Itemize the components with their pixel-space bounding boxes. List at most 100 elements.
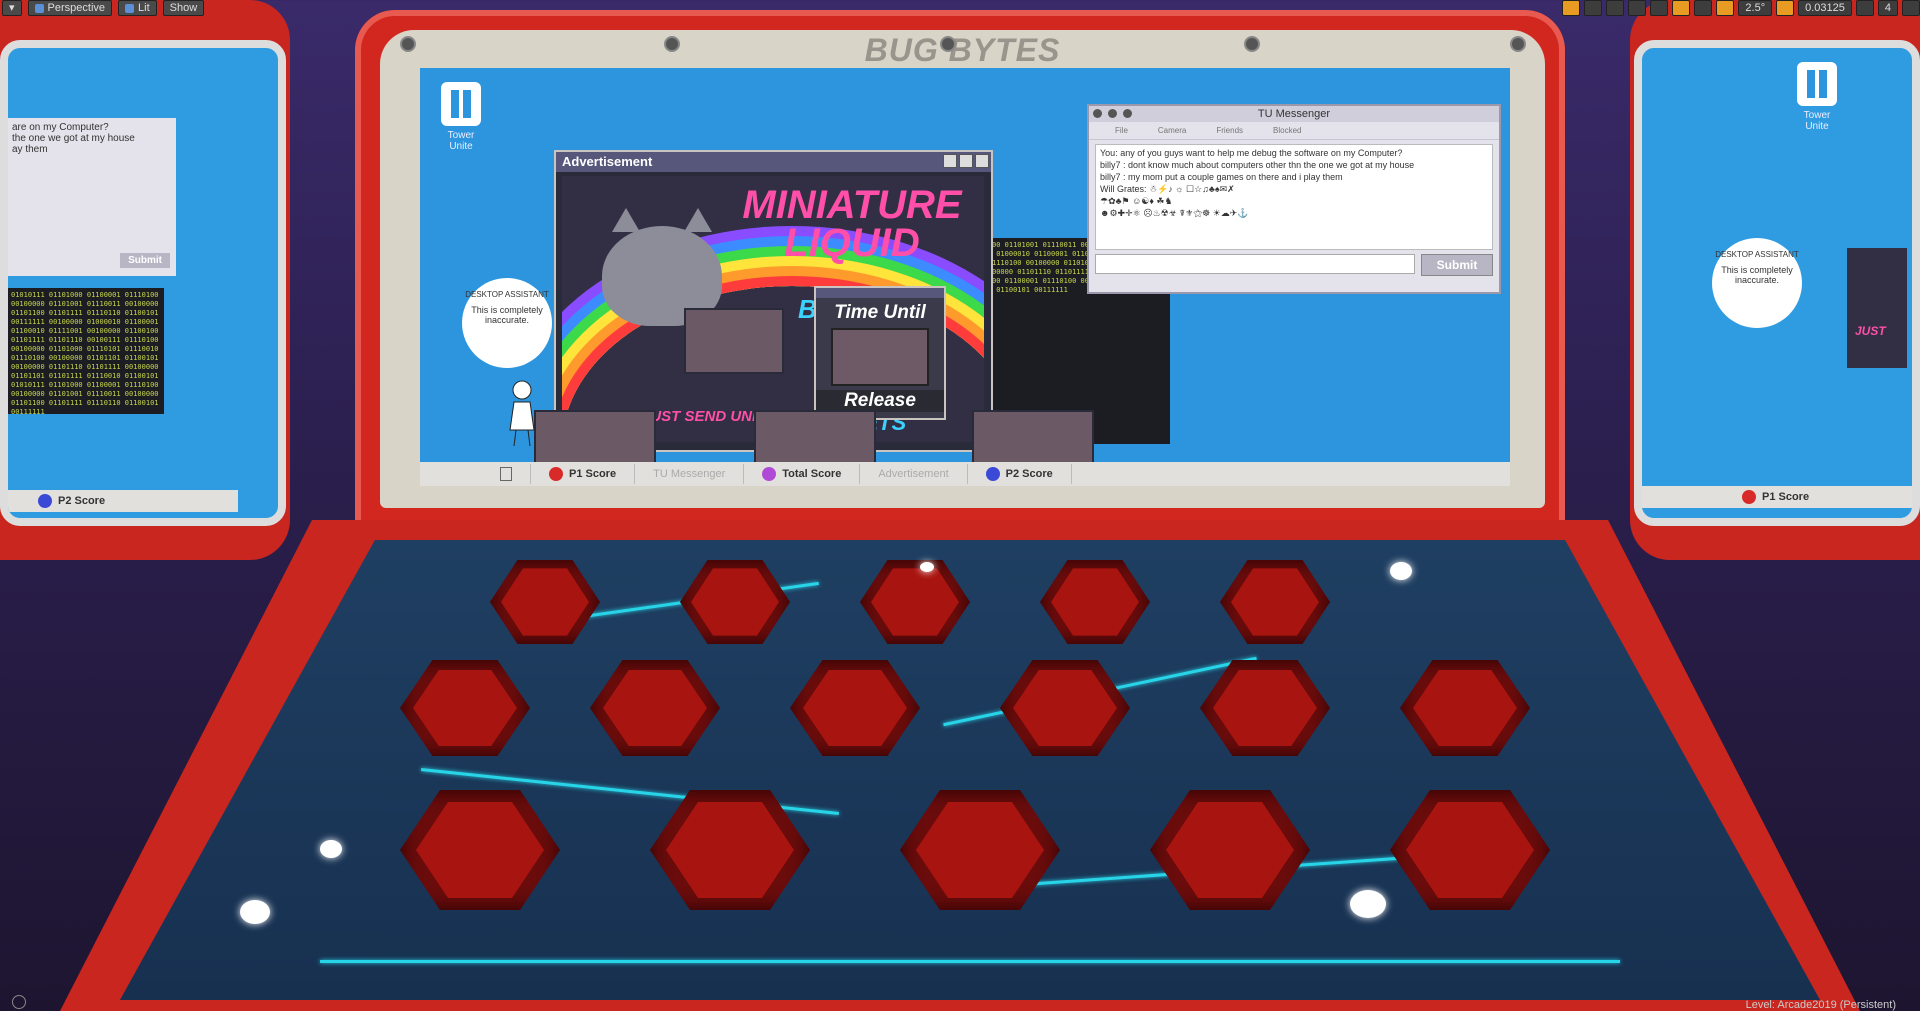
circuit-trace [320,960,1620,963]
scale-snap-value[interactable]: 0.03125 [1798,0,1852,16]
tower-unite-small-icon [500,467,512,481]
menu-file[interactable]: File [1115,126,1128,135]
taskbar-messenger[interactable]: TU Messenger [635,464,745,484]
timer-label-top: Time Until [834,302,926,323]
taskbar-total-score[interactable]: Total Score [744,464,861,484]
chat-log: You: any of you guys want to help me deb… [1095,144,1493,250]
bezel-bolt [664,36,680,52]
screen-taskbar: P1 Score TU Messenger Total Score Advert… [420,462,1510,486]
scale-icon[interactable] [1606,0,1625,16]
left-submit-button[interactable]: Submit [120,253,170,268]
grid-snap-icon[interactable] [1672,0,1691,16]
chat-line: ☂✿♣⚑ ☺☯♦ ☘♞ [1100,196,1173,206]
messenger-window: TU Messenger File Camera Friends Blocked… [1087,104,1501,294]
chat-line: ☻⚙✚✛⚛ ☹♨☢☣ ☤⚜⚝☸ ☀☁✈⚓ [1100,208,1249,218]
world-icon[interactable] [1628,0,1647,16]
total-score-icon [762,467,777,481]
timer-display [831,328,929,386]
viewport-toolbar: ▾ Perspective Lit Show [0,0,205,16]
lit-icon [125,3,135,13]
right-advertisement: JUST [1847,248,1907,368]
perspective-button[interactable]: Perspective [27,0,113,16]
messenger-titlebar: TU Messenger [1089,106,1499,122]
perspective-icon [34,3,44,13]
tower-unite-logo-icon [441,82,481,126]
scale-snap-icon[interactable] [1776,0,1795,16]
bezel-bolt [940,36,956,52]
menu-camera[interactable]: Camera [1158,126,1186,135]
chat-submit-button[interactable]: Submit [1421,254,1493,276]
indicator-light [1350,890,1386,918]
advertisement-titlebar: Advertisement [556,152,991,172]
messenger-menu: File Camera Friends Blocked [1089,122,1499,140]
maximize-viewport-icon[interactable] [1902,0,1920,16]
translate-icon[interactable] [1562,0,1581,16]
left-messenger: are on my Computer? the one we got at my… [8,118,176,276]
bezel-bolt [1510,36,1526,52]
playfield-board [120,540,1820,1000]
bonus-tickets-display [684,308,784,374]
messenger-window-controls [1093,109,1132,118]
camera-speed-icon[interactable] [1855,0,1874,16]
left-cabinet: are on my Computer? the one we got at my… [0,0,290,560]
rotate-icon[interactable] [1584,0,1603,16]
right-cabinet-screen: Tower Unite DESKTOP ASSISTANT This is co… [1634,40,1920,526]
right-tower-unite-logo: Tower Unite [1792,62,1842,132]
bezel-bolt [400,36,416,52]
lit-button[interactable]: Lit [118,0,157,16]
grid-size-icon[interactable] [1694,0,1713,16]
timer-label-bottom: Release [816,390,944,412]
viewport-transform-toolbar: 2.5° 0.03125 4 [1562,0,1920,16]
taskbar-start[interactable] [420,464,531,484]
bezel-bolt [1244,36,1260,52]
minimize-icon[interactable] [1108,109,1117,118]
chat-line: You: any of you guys want to help me deb… [1100,148,1403,158]
level-label: Level: Arcade2019 (Persistent) [1745,999,1896,1011]
surface-snap-icon[interactable] [1650,0,1669,16]
left-taskbar: P2 Score [8,490,238,512]
chat-line: billy7 : my mom put a couple games on th… [1100,172,1343,182]
taskbar-p2-score[interactable]: P2 Score [968,464,1072,484]
show-button[interactable]: Show [162,0,205,16]
taskbar-advertisement[interactable]: Advertisement [860,464,968,484]
indicator-light [320,840,342,858]
advertisement-headline: MINIATURE LIQUID [742,183,962,265]
chat-line: Will Grates: ☃⚡♪ ☼ ☐☆♫♣♠✉✗ [1100,184,1235,194]
timer-titlebar [816,288,944,298]
p2-score-icon [985,467,1000,481]
indicator-light [920,562,934,572]
viewport-options-button[interactable]: ▾ [2,0,22,16]
taskbar-p1-score[interactable]: P1 Score [531,464,636,484]
close-icon[interactable] [975,154,989,168]
p1-score-icon [549,467,563,481]
minimize-icon[interactable] [943,154,957,168]
playfield-surface [120,540,1820,1000]
rotation-snap-value[interactable]: 2.5° [1738,0,1773,16]
indicator-light [240,900,270,924]
chat-input[interactable] [1095,254,1415,274]
window-controls [943,154,989,168]
left-code-block: 01010111 01101000 01100001 01110100 0010… [8,288,164,414]
maximize-icon[interactable] [959,154,973,168]
chat-line: billy7 : dont know much about computers … [1100,160,1415,170]
brand-logo: BUG BYTES [864,32,1061,68]
p1-score-icon [1742,490,1756,504]
right-desktop-assistant-bubble: DESKTOP ASSISTANT This is completely ina… [1712,238,1802,328]
p2-score-icon [38,494,52,508]
desktop-assistant-bubble: DESKTOP ASSISTANT This is completely ina… [462,278,552,368]
rotation-snap-icon[interactable] [1716,0,1735,16]
left-cabinet-screen: are on my Computer? the one we got at my… [0,40,286,526]
menu-friends[interactable]: Friends [1216,126,1243,135]
maximize-icon[interactable] [1123,109,1132,118]
menu-blocked[interactable]: Blocked [1273,126,1301,135]
tower-unite-logo-icon [1797,62,1837,106]
chat-compose: Submit [1095,254,1493,276]
close-icon[interactable] [1093,109,1102,118]
help-icon[interactable] [12,995,26,1009]
camera-speed-value[interactable]: 4 [1877,0,1898,16]
tower-unite-logo: Tower Unite [436,82,486,152]
main-cabinet-screen: Tower Unite DESKTOP ASSISTANT This is co… [420,68,1510,486]
right-taskbar: P1 Score [1642,486,1912,508]
indicator-light [1390,562,1412,580]
release-timer-window: Time Until Release [814,286,946,420]
